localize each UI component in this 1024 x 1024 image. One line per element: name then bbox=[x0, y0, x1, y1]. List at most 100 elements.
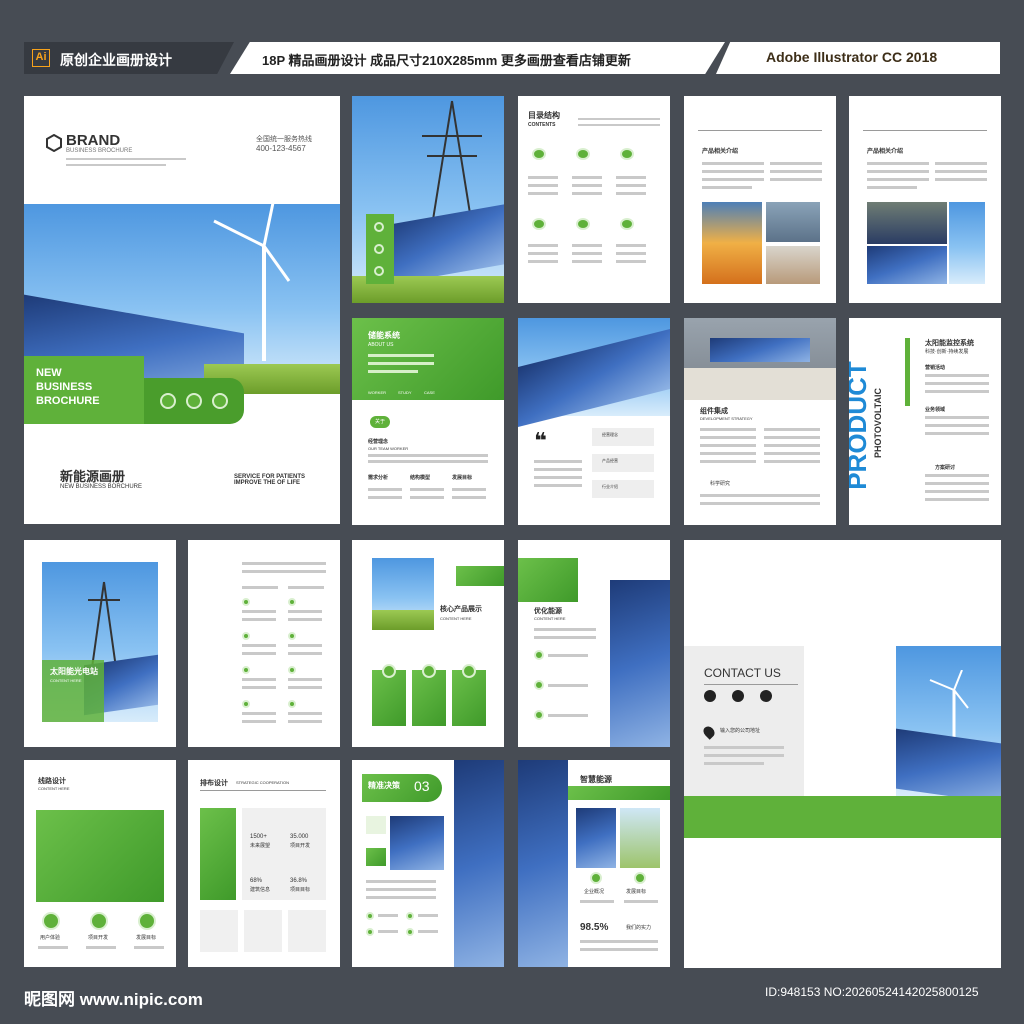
header-left: Ai 原创企业画册设计 bbox=[24, 42, 234, 74]
brand-name: BRAND bbox=[66, 132, 121, 149]
image-id: ID:948153 NO:20260524142025800125 bbox=[765, 985, 979, 999]
solar-power-title: 太阳能光电站 bbox=[50, 667, 98, 676]
core-en: CONTENT HERE bbox=[440, 616, 472, 621]
hotline-label: 全国统一服务热线 bbox=[256, 136, 312, 143]
site-watermark: 昵图网 www.nipic.com bbox=[24, 990, 203, 1009]
spec-text: 18P 精品画册设计 成品尺寸210X285mm 更多画册查看店铺更新 bbox=[262, 53, 631, 68]
tower-icon-3 bbox=[374, 266, 384, 276]
tab-case[interactable]: CASE bbox=[424, 390, 435, 395]
stat-2: 35.000 bbox=[290, 834, 309, 840]
precise-title: 精准决策 bbox=[368, 781, 400, 790]
science-label: 科学研究 bbox=[710, 481, 731, 487]
web-icon bbox=[760, 690, 772, 702]
route-item-1: 用户体验 bbox=[40, 935, 61, 941]
page-list bbox=[188, 540, 340, 747]
page-contact: CONTACT US 输入您的公司地址 bbox=[684, 540, 1001, 968]
stat-4: 36.8% bbox=[290, 878, 308, 884]
pylon-icon bbox=[88, 581, 120, 669]
percentage-label: 我们的实力 bbox=[626, 925, 652, 931]
page-product-intro-b: 产品相关介绍 bbox=[849, 96, 1001, 303]
contact-title: CONTACT US bbox=[704, 666, 781, 680]
page-quote: ❝ 经营理念 产品经营 行业介绍 bbox=[518, 318, 670, 525]
page-layout-design: 排布设计 STRATEGIC COOPERATION 1500+ 未来展望 35… bbox=[188, 760, 340, 967]
email-icon bbox=[732, 690, 744, 702]
product-intro-title-b: 产品相关介绍 bbox=[867, 149, 904, 155]
tower-icon-2 bbox=[374, 244, 384, 254]
page-solar-station: 太阳能光电站 CONTENT HERE bbox=[24, 540, 176, 747]
cover-page: BRAND BUSINESS BROCHURE 全国统一服务热线 400-123… bbox=[24, 96, 340, 524]
storage-title: 储能系统 bbox=[368, 331, 400, 340]
layout-en: STRATEGIC COOPERATION bbox=[236, 780, 289, 785]
precise-num: 03 bbox=[414, 778, 430, 794]
contents-en: CONTENTS bbox=[528, 122, 556, 128]
col-2: 结构模型 bbox=[410, 475, 431, 481]
page-storage: 储能系统 ABOUT US WORKER STUDY CASE 关于 经营理念 … bbox=[352, 318, 504, 525]
brand-sub: BUSINESS BROCHURE bbox=[66, 148, 133, 154]
hexagon-logo-icon bbox=[46, 134, 62, 152]
stat-label-3: 建筑信息 bbox=[250, 887, 271, 893]
solar-power-en: CONTENT HERE bbox=[50, 678, 82, 683]
smart-label-1: 企业概况 bbox=[584, 889, 605, 895]
page-optimize: 优化能源 CONTENT HERE bbox=[518, 540, 670, 747]
route-title: 线路设计 bbox=[38, 778, 66, 785]
car-icon bbox=[186, 393, 202, 409]
home-icon bbox=[160, 393, 176, 409]
tab-study[interactable]: STUDY bbox=[398, 390, 412, 395]
tower-icon-1 bbox=[374, 222, 384, 232]
page-core-products: 核心产品展示 CONTENT HERE bbox=[352, 540, 504, 747]
route-item-2: 项目开发 bbox=[88, 935, 109, 941]
contact-green-band bbox=[684, 796, 1001, 838]
route-en: CONTENT HERE bbox=[38, 786, 70, 791]
quote-item-1: 经营理念 bbox=[602, 432, 618, 437]
core-title: 核心产品展示 bbox=[440, 606, 482, 613]
cover-title-cn: 新能源画册 bbox=[60, 469, 126, 484]
solar-monitor-title: 太阳能监控系统 bbox=[925, 340, 974, 347]
plan-label: 方案研讨 bbox=[935, 465, 956, 471]
stat-3: 68% bbox=[250, 878, 263, 884]
stat-label-1: 未来展望 bbox=[250, 843, 271, 849]
module-title: 组件集成 bbox=[700, 408, 728, 415]
leaf-icon bbox=[212, 393, 228, 409]
quote-item-2: 产品经营 bbox=[602, 458, 618, 463]
quote-item-3: 行业介绍 bbox=[602, 484, 618, 489]
tab-worker[interactable]: WORKER bbox=[368, 390, 386, 395]
storage-header: 储能系统 ABOUT US WORKER STUDY CASE bbox=[352, 318, 504, 400]
phone-icon bbox=[704, 690, 716, 702]
wind-turbine-icon bbox=[213, 197, 291, 361]
banner-text: NEW BUSINESS BROCHURE bbox=[36, 367, 100, 407]
solar-monitor-sub: 科技·创新·持续发展 bbox=[925, 349, 969, 355]
software-text: Adobe Illustrator CC 2018 bbox=[766, 49, 938, 65]
product-word: PRODUCT bbox=[849, 361, 872, 490]
illustrator-icon: Ai bbox=[32, 49, 50, 67]
hotline-number: 400-123-4567 bbox=[256, 144, 306, 153]
page-route: 线路设计 CONTENT HERE 用户体验 项目开发 发展目标 bbox=[24, 760, 176, 967]
input-address: 输入您的公司地址 bbox=[720, 728, 761, 734]
page-product-intro-a: 产品相关介绍 bbox=[684, 96, 836, 303]
product-intro-title-a: 产品相关介绍 bbox=[702, 149, 739, 155]
header-spec: 18P 精品画册设计 成品尺寸210X285mm 更多画册查看店铺更新 bbox=[230, 42, 725, 74]
storage-en: ABOUT US bbox=[368, 342, 394, 348]
biz-label: 业务领域 bbox=[925, 407, 946, 413]
route-item-3: 发展目标 bbox=[136, 935, 157, 941]
smart-label-2: 发展目标 bbox=[626, 889, 647, 895]
quote-icon: ❝ bbox=[534, 428, 547, 453]
page-smart: 智慧能源 企业概况 发展目标 98.5% 我们的实力 bbox=[518, 760, 670, 967]
about-badge: 关于 bbox=[375, 419, 386, 425]
page-tower bbox=[352, 96, 504, 303]
cover-service: SERVICE FOR PATIENTS IMPROVE THE OF LIFE bbox=[234, 474, 306, 486]
cover-banner: NEW BUSINESS BROCHURE bbox=[24, 356, 144, 424]
cover-title-en: NEW BUSINESS BORCHURE bbox=[60, 484, 143, 490]
col-1: 需求分析 bbox=[368, 475, 389, 481]
layout-title: 排布设计 bbox=[200, 780, 228, 787]
page-product-vertical: PRODUCT PHOTOVOLTAIC 太阳能监控系统 科技·创新·持续发展 … bbox=[849, 318, 1001, 525]
stat-1: 1500+ bbox=[250, 834, 267, 840]
optimize-en: CONTENT HERE bbox=[534, 616, 566, 621]
page-precise: 精准决策 03 bbox=[352, 760, 504, 967]
header-title: 原创企业画册设计 bbox=[60, 52, 172, 68]
optimize-title: 优化能源 bbox=[534, 608, 562, 615]
manage-en: OUR TEAM WORKER bbox=[368, 446, 409, 451]
page-module: 组件集成 DEVELOPMENT STRATEGY 科学研究 bbox=[684, 318, 836, 525]
col-3: 发展目标 bbox=[452, 475, 473, 481]
manage-title: 经营理念 bbox=[368, 439, 389, 445]
percentage: 98.5% bbox=[580, 922, 609, 933]
